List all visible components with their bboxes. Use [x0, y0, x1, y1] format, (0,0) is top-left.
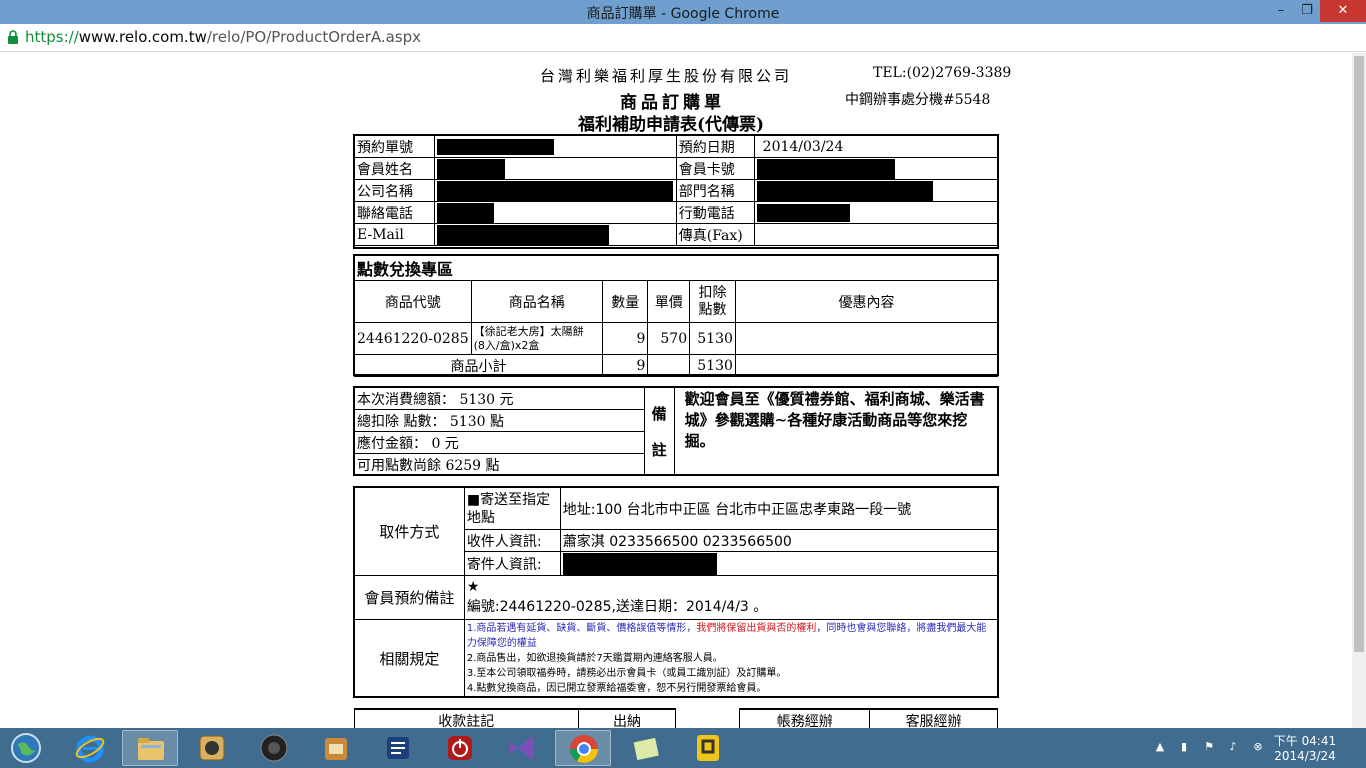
summary-frame [353, 386, 999, 476]
service-label: 客服經辦 [869, 708, 998, 728]
page-viewport: 台灣利樂福利厚生股份有限公司 TEL:(02)2769-3389 商品訂購單 中… [0, 53, 1352, 728]
signature-table: 收款註記 出納 帳務經辦 客服經辦 [354, 708, 998, 728]
taskbar-app-10[interactable] [618, 730, 674, 766]
sign-gap [676, 709, 740, 728]
taskbar: ▲ ▮ ⚑ ♪ ⊗ 下午 04:41 2014/3/24 [0, 728, 1366, 768]
maximize-button[interactable]: ❐ [1294, 0, 1320, 22]
taskbar-visual-studio[interactable] [494, 730, 550, 766]
company-tel: TEL:(02)2769-3389 [873, 65, 1012, 81]
receipt-label: 收款註記 [354, 708, 579, 728]
tray-flag-icon[interactable]: ⚑ [1202, 740, 1216, 754]
tray-expand-icon[interactable]: ▲ [1153, 740, 1167, 754]
url-host: www.relo.com.tw [78, 28, 207, 46]
start-button[interactable] [0, 730, 56, 766]
points-frame [353, 254, 999, 376]
url-text[interactable]: https://www.relo.com.tw/relo/PO/ProductO… [25, 28, 421, 46]
close-button[interactable]: ✕ [1320, 0, 1366, 22]
tray-close-icon[interactable]: ⊗ [1251, 740, 1265, 754]
taskbar-app-7[interactable] [432, 730, 488, 766]
taskbar-app-11[interactable] [680, 730, 736, 766]
tag-icon [697, 735, 719, 761]
tray-network-icon[interactable]: ▮ [1177, 740, 1191, 754]
tray-volume-icon[interactable]: ♪ [1226, 740, 1240, 754]
notes-icon [633, 737, 659, 761]
window-title: 商品訂購單 - Google Chrome [586, 6, 780, 22]
lock-icon [8, 30, 18, 44]
visual-studio-icon [510, 736, 534, 760]
window-titlebar: 商品訂購單 - Google Chrome – ❐ ✕ [0, 0, 1366, 24]
speaker-icon [260, 734, 288, 762]
scrollbar-thumb[interactable] [1354, 56, 1364, 652]
url-path: /relo/PO/ProductOrderA.aspx [206, 28, 422, 46]
taskbar-chrome[interactable] [555, 730, 611, 766]
chrome-icon [570, 735, 598, 763]
address-bar[interactable]: https://www.relo.com.tw/relo/PO/ProductO… [0, 24, 1366, 52]
pickup-frame [353, 486, 999, 698]
taskbar-app-5[interactable] [308, 730, 364, 766]
company-extension: 中鋼辦事處分機#5548 [845, 92, 991, 108]
taskbar-app-6[interactable] [370, 730, 426, 766]
taskbar-app-4[interactable] [246, 730, 302, 766]
globe-icon [11, 733, 41, 763]
cashier-label: 出納 [577, 708, 677, 728]
disk-icon [199, 735, 225, 761]
folder-icon [138, 738, 164, 760]
page-subtitle: 福利補助申請表(代傳票) [578, 115, 765, 135]
taskbar-ie[interactable] [62, 730, 118, 766]
url-scheme: https:// [25, 28, 79, 46]
settings-app-icon [387, 737, 409, 759]
taskbar-explorer[interactable] [122, 730, 178, 766]
company-name: 台灣利樂福利厚生股份有限公司 [540, 67, 793, 85]
vertical-scrollbar[interactable] [1352, 53, 1366, 728]
clock-date[interactable]: 2014/3/24 [1270, 749, 1340, 763]
document-app-icon [325, 738, 347, 760]
ie-icon [75, 735, 105, 763]
taskbar-app-3[interactable] [184, 730, 240, 766]
power-icon [448, 736, 472, 760]
accounting-label: 帳務經辦 [739, 708, 871, 728]
clock-time[interactable]: 下午 04:41 [1270, 732, 1340, 749]
minimize-button[interactable]: – [1268, 0, 1294, 22]
member-info-frame [353, 134, 999, 249]
